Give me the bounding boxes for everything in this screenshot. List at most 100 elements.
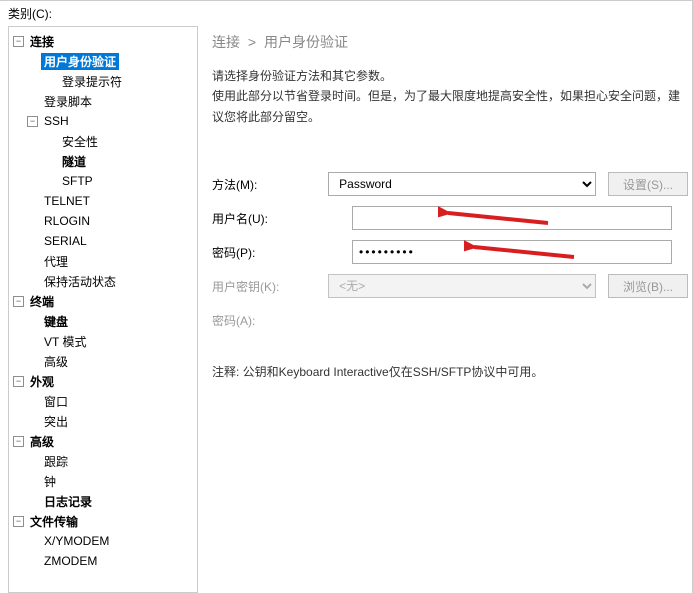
tree-node-logging[interactable]: 日志记录 [11,491,195,511]
tree-label: TELNET [41,194,93,208]
tree-label: ZMODEM [41,554,100,568]
tree-label: 高级 [41,353,71,370]
tree-node-loginscript[interactable]: 登录脚本 [11,91,195,111]
tree-label: X/YMODEM [41,534,112,548]
tree-label: RLOGIN [41,214,93,228]
collapse-icon[interactable]: − [13,376,24,387]
passphrase-label: 密码(A): [212,312,352,329]
tree-node-window[interactable]: 窗口 [11,391,195,411]
breadcrumb-current: 用户身份验证 [264,34,348,50]
tree-node-conn[interactable]: −连接 [11,31,195,51]
username-input[interactable] [352,206,672,230]
tree-label: SSH [41,114,72,128]
tree-spacer [27,56,38,67]
tree-spacer [27,96,38,107]
tree-node-vtmode[interactable]: VT 模式 [11,331,195,351]
note-text: 注释: 公钥和Keyboard Interactive仅在SSH/SFTP协议中… [208,363,692,380]
tree-node-zmodem[interactable]: ZMODEM [11,551,195,571]
instructions-line2: 使用此部分以节省登录时间。但是，为了最大限度地提高安全性，如果担心安全问题，建议… [212,86,688,127]
breadcrumb: 连接 > 用户身份验证 [208,28,692,62]
method-label: 方法(M): [212,176,328,193]
tree-spacer [27,536,38,547]
collapse-icon[interactable]: − [27,116,38,127]
tree-node-bell[interactable]: 钟 [11,471,195,491]
tree-label: VT 模式 [41,333,89,350]
password-input[interactable] [352,240,672,264]
breadcrumb-parent: 连接 [212,34,240,50]
tree-spacer [27,316,38,327]
category-tree: −连接用户身份验证登录提示符登录脚本−SSH安全性隧道SFTPTELNETRLO… [8,26,198,593]
tree-label: 隧道 [59,153,89,170]
tree-node-telnet[interactable]: TELNET [11,191,195,211]
tree-spacer [27,216,38,227]
tree-node-serial[interactable]: SERIAL [11,231,195,251]
tree-label: 登录脚本 [41,93,95,110]
tree-label: 安全性 [59,133,101,150]
tree-spacer [27,256,38,267]
tree-node-proxy[interactable]: 代理 [11,251,195,271]
tree-node-auth[interactable]: 用户身份验证 [11,51,195,71]
tree-node-filetrans[interactable]: −文件传输 [11,511,195,531]
category-label: 类别(C): [0,1,692,24]
username-label: 用户名(U): [212,210,352,227]
auth-form: 方法(M): Password 设置(S)... 用户名(U): 密码(P): … [208,167,692,337]
tree-node-security[interactable]: 安全性 [11,131,195,151]
tree-node-keyboard[interactable]: 键盘 [11,311,195,331]
tree-spacer [45,176,56,187]
settings-button[interactable]: 设置(S)... [608,172,688,196]
tree-spacer [27,236,38,247]
tree-label: 外观 [27,373,57,390]
tree-node-trace[interactable]: 跟踪 [11,451,195,471]
method-select[interactable]: Password [328,172,596,196]
tree-label: 终端 [27,293,57,310]
tree-node-advanced[interactable]: −高级 [11,431,195,451]
tree-spacer [45,76,56,87]
tree-spacer [27,556,38,567]
tree-node-ssh[interactable]: −SSH [11,111,195,131]
tree-spacer [27,276,38,287]
tree-node-loginprompt[interactable]: 登录提示符 [11,71,195,91]
tree-label: 文件传输 [27,513,81,530]
tree-spacer [45,156,56,167]
tree-spacer [27,356,38,367]
collapse-icon[interactable]: − [13,296,24,307]
password-label: 密码(P): [212,244,352,261]
userkey-select: <无> [328,274,596,298]
tree-label: 代理 [41,253,71,270]
tree-spacer [27,476,38,487]
tree-label: 用户身份验证 [41,53,119,70]
collapse-icon[interactable]: − [13,36,24,47]
instructions-line1: 请选择身份验证方法和其它参数。 [212,66,688,86]
tree-node-tunnel[interactable]: 隧道 [11,151,195,171]
tree-label: 窗口 [41,393,71,410]
tree-node-adv1[interactable]: 高级 [11,351,195,371]
tree-node-keepalive[interactable]: 保持活动状态 [11,271,195,291]
tree-node-highlight[interactable]: 突出 [11,411,195,431]
collapse-icon[interactable]: − [13,436,24,447]
tree-label: SERIAL [41,234,90,248]
tree-spacer [45,136,56,147]
tree-spacer [27,336,38,347]
tree-node-appearance[interactable]: −外观 [11,371,195,391]
tree-node-xymodem[interactable]: X/YMODEM [11,531,195,551]
tree-spacer [27,396,38,407]
tree-label: 跟踪 [41,453,71,470]
tree-spacer [27,416,38,427]
main-panel: 连接 > 用户身份验证 请选择身份验证方法和其它参数。 使用此部分以节省登录时间… [204,24,692,593]
tree-spacer [27,196,38,207]
tree-label: 高级 [27,433,57,450]
tree-spacer [27,496,38,507]
instructions: 请选择身份验证方法和其它参数。 使用此部分以节省登录时间。但是，为了最大限度地提… [208,62,692,167]
tree-label: 键盘 [41,313,71,330]
tree-label: SFTP [59,174,96,188]
tree-node-rlogin[interactable]: RLOGIN [11,211,195,231]
tree-label: 登录提示符 [59,73,125,90]
tree-label: 突出 [41,413,71,430]
tree-label: 保持活动状态 [41,273,119,290]
browse-button[interactable]: 浏览(B)... [608,274,688,298]
userkey-label: 用户密钥(K): [212,278,328,295]
tree-node-sftp[interactable]: SFTP [11,171,195,191]
collapse-icon[interactable]: − [13,516,24,527]
tree-label: 连接 [27,33,57,50]
tree-node-terminal[interactable]: −终端 [11,291,195,311]
